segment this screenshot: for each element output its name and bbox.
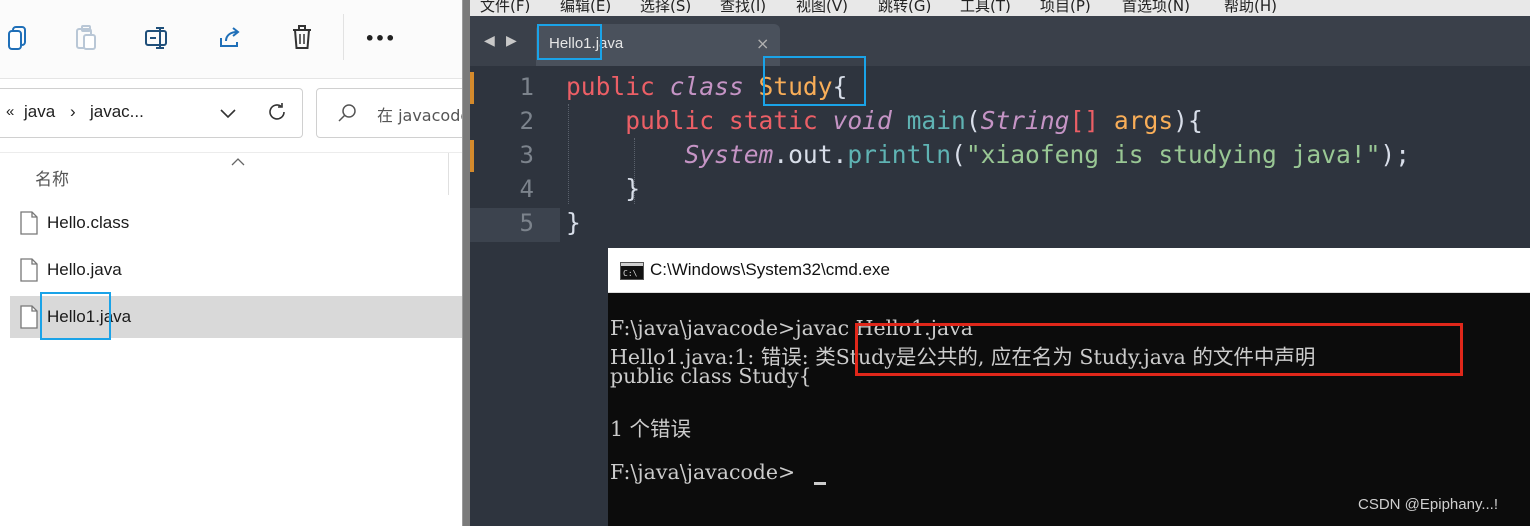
highlight-box-tab (537, 24, 602, 60)
code-line-2[interactable]: public static void main(String[] args){ (566, 106, 1203, 135)
search-input[interactable]: 在 javacode (316, 88, 462, 138)
member-access: .out. (773, 140, 848, 169)
breadcrumb-separator: › (70, 102, 76, 121)
cmd-caret-line: ^ (610, 376, 676, 392)
line-gutter: 1 2 3 4 5 (470, 70, 560, 526)
paren: ( (951, 140, 966, 169)
highlight-box-classname (763, 56, 866, 106)
svg-text:C:\: C:\ (623, 269, 638, 278)
rename-icon[interactable] (140, 20, 176, 56)
watermark: CSDN @Epiphany...! (1358, 496, 1499, 513)
menu-edit[interactable]: 编辑(E) (560, 0, 611, 16)
type-name: String (980, 106, 1070, 135)
terminal-icon: C:\ (620, 262, 644, 280)
highlight-box-error (855, 323, 1463, 376)
file-row-hello-java[interactable]: Hello.java (10, 249, 462, 291)
line-number: 2 (519, 107, 534, 135)
cmd-title-bar[interactable]: C:\ C:\Windows\System32\cmd.exe (608, 248, 1530, 293)
menu-preferences[interactable]: 首选项(N) (1122, 0, 1190, 16)
menu-view[interactable]: 视图(V) (796, 0, 848, 16)
tab-bar: ◀ ▶ Hello1.java × (470, 16, 1530, 66)
refresh-icon[interactable] (266, 101, 288, 127)
keyword: void (832, 106, 892, 135)
brackets: [] (1069, 106, 1100, 135)
line-number: 3 (519, 141, 534, 169)
keyword: class (669, 72, 744, 101)
sort-up-icon (231, 151, 245, 170)
cmd-title: C:\Windows\System32\cmd.exe (650, 260, 890, 279)
file-row-hello-class[interactable]: Hello.class (10, 202, 462, 244)
more-icon[interactable]: ••• (362, 20, 398, 56)
file-explorer: ••• « java › javac... 在 javacode 名称 Hell… (0, 0, 462, 526)
line-number: 5 (519, 209, 534, 237)
cmd-output-line: 1 个错误 (610, 417, 692, 441)
close-icon[interactable]: × (756, 34, 769, 53)
string-literal: "xiaofeng is studying java!" (965, 140, 1381, 169)
breadcrumb-java[interactable]: java (24, 102, 55, 122)
tab-prev-icon[interactable]: ◀ (484, 33, 495, 49)
explorer-toolbar: ••• (0, 0, 462, 79)
text-cursor (814, 482, 826, 485)
copy-icon[interactable] (0, 20, 36, 56)
method-name: main (906, 106, 966, 135)
paren: ){ (1173, 106, 1203, 135)
file-icon (20, 258, 38, 286)
paren: ); (1380, 140, 1411, 169)
search-icon (337, 103, 357, 127)
parameter: args (1113, 106, 1174, 135)
brace: } (625, 174, 641, 203)
address-overflow-icon[interactable]: « (6, 103, 14, 120)
breadcrumb-javacode[interactable]: javac... (90, 102, 144, 122)
menu-bar: 文件(F) 编辑(E) 选择(S) 查找(I) 视图(V) 跳转(G) 工具(T… (470, 0, 1530, 16)
line-number: 4 (519, 175, 534, 203)
class-ref: System (684, 140, 774, 169)
column-divider[interactable] (448, 153, 449, 195)
address-bar[interactable]: « java › javac... (0, 88, 303, 138)
menu-goto[interactable]: 跳转(G) (878, 0, 931, 16)
method-name: println (847, 140, 952, 169)
tab-next-icon[interactable]: ▶ (506, 33, 517, 49)
menu-project[interactable]: 项目(P) (1040, 0, 1091, 16)
highlight-box-filename (40, 292, 111, 340)
line-number: 1 (519, 73, 534, 101)
file-name: Hello.class (47, 213, 130, 232)
share-icon[interactable] (212, 20, 248, 56)
more-label: ••• (364, 28, 396, 48)
file-icon (20, 211, 38, 239)
paren: ( (965, 106, 981, 135)
paste-icon[interactable] (68, 20, 104, 56)
column-header: 名称 (0, 152, 462, 195)
delete-icon[interactable] (284, 20, 320, 56)
menu-select[interactable]: 选择(S) (640, 0, 691, 16)
file-name: Hello.java (47, 260, 122, 279)
keyword: public (566, 72, 655, 101)
brace: } (566, 208, 581, 237)
menu-help[interactable]: 帮助(H) (1224, 0, 1277, 16)
menu-file[interactable]: 文件(F) (480, 0, 530, 16)
cmd-prompt-line[interactable]: F:\java\javacode> (610, 460, 795, 484)
code-line-5[interactable]: } (566, 208, 581, 237)
menu-tools[interactable]: 工具(T) (960, 0, 1011, 16)
chevron-down-icon[interactable] (218, 103, 238, 127)
search-placeholder: 在 javacode (377, 106, 462, 125)
column-name[interactable]: 名称 (35, 165, 69, 190)
code-line-3[interactable]: System.out.println("xiaofeng is studying… (566, 140, 1410, 169)
toolbar-separator (343, 14, 344, 60)
file-icon (20, 305, 38, 333)
keyword: public (625, 106, 715, 135)
code-line-4[interactable]: } (566, 174, 640, 203)
menu-find[interactable]: 查找(I) (720, 0, 766, 16)
keyword: static (728, 106, 818, 135)
